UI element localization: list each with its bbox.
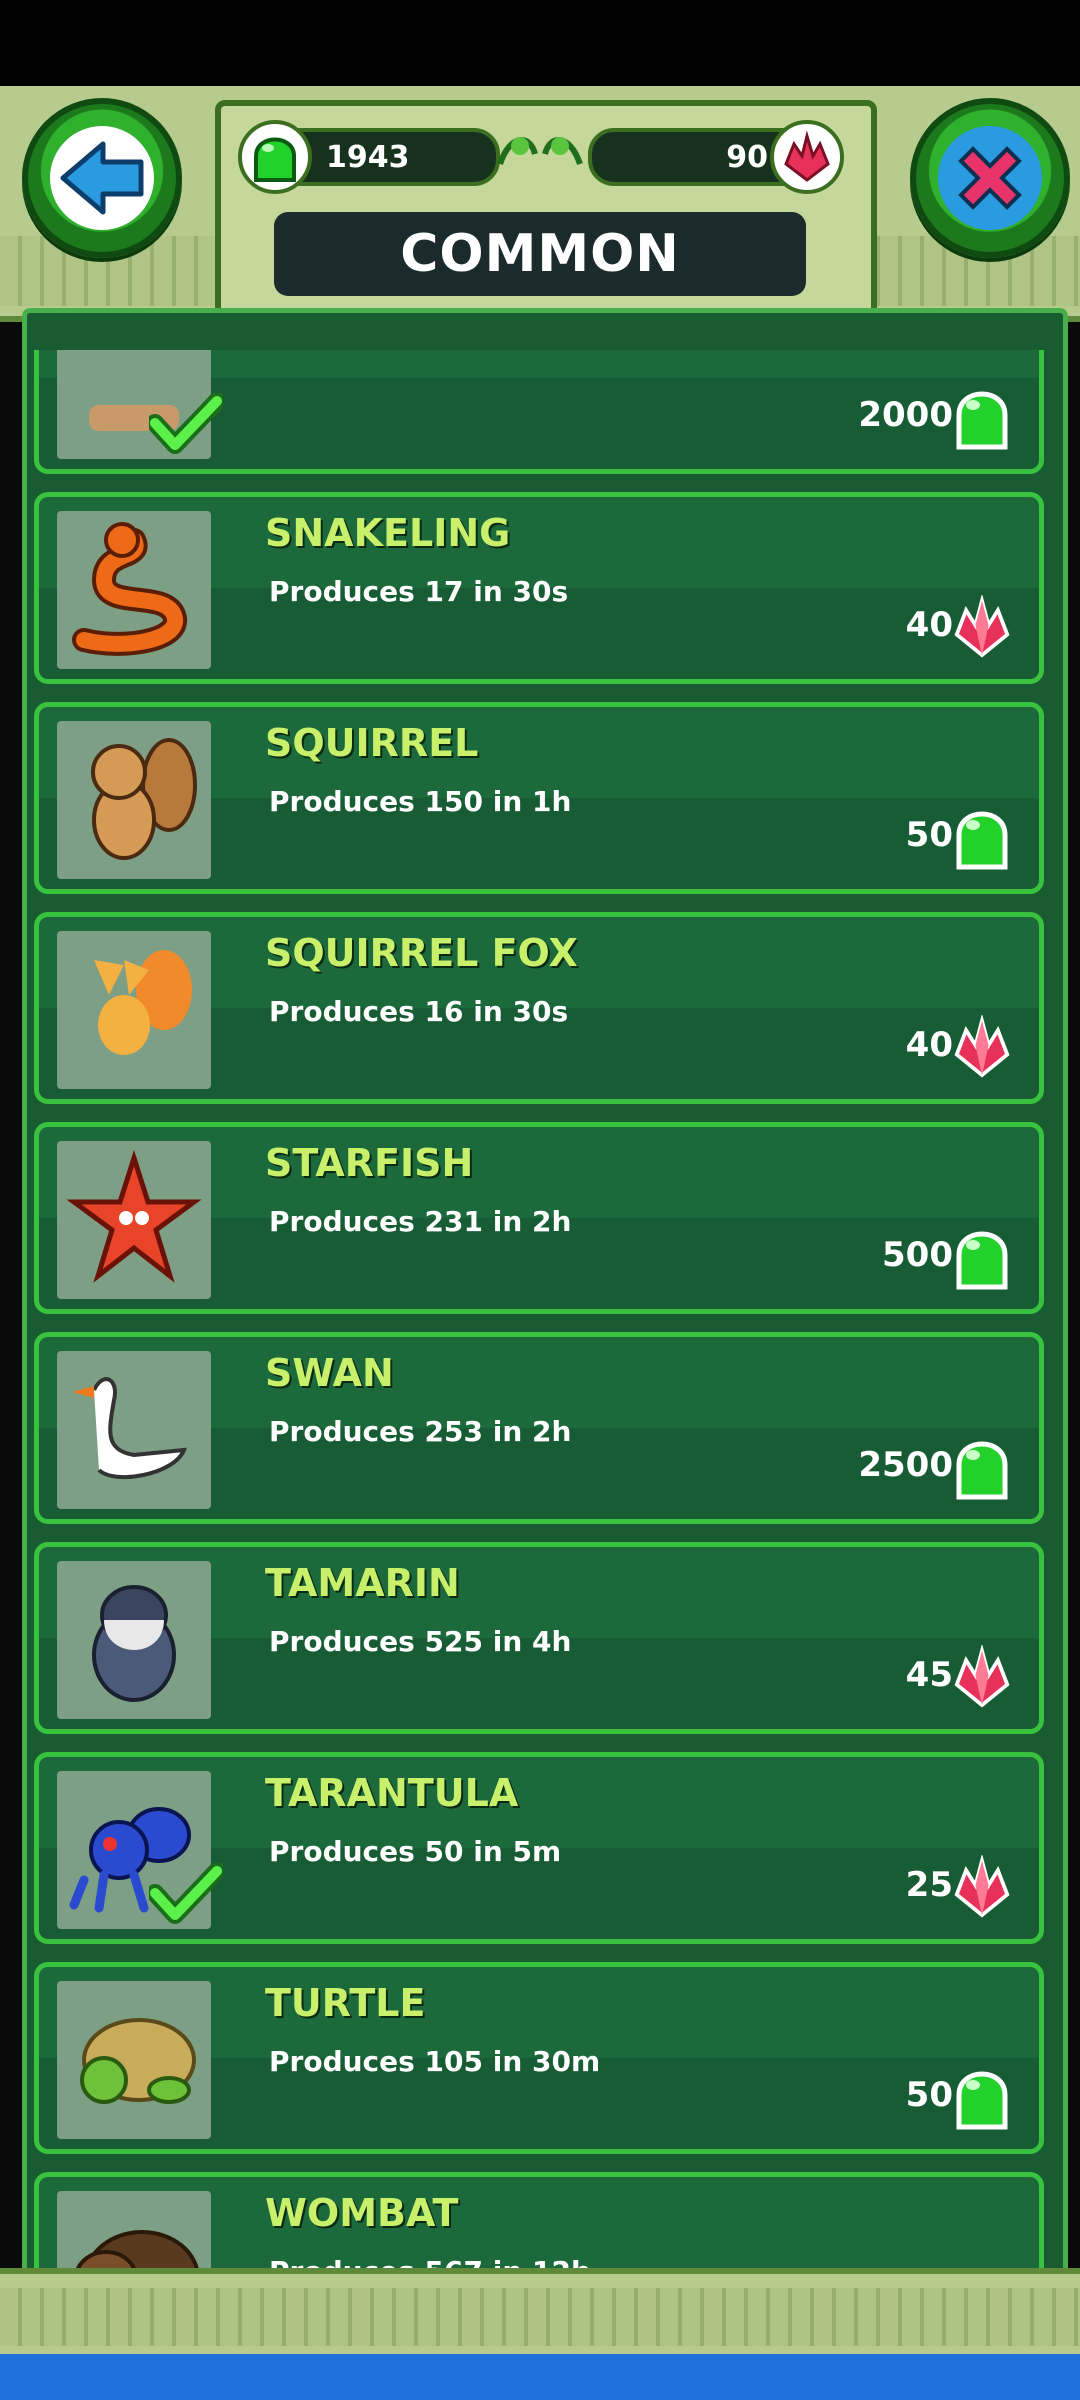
creature-portrait	[57, 721, 211, 879]
item-price: 40	[905, 605, 953, 645]
item-production: Produces 150 in 1h	[269, 785, 572, 818]
item-name: WOMBAT	[265, 2191, 459, 2235]
item-name: TAMARIN	[265, 1561, 460, 1605]
shop-item-card[interactable]: TURTLE Produces 105 in 30m 50	[34, 1962, 1044, 2154]
item-price: 40	[905, 1025, 953, 1065]
item-name: SNAKELING	[265, 511, 511, 555]
green-currency-value: 1943	[326, 139, 410, 175]
item-price: 50	[905, 815, 953, 855]
item-production: Produces 105 in 30m	[269, 2045, 601, 2078]
item-price: 25	[905, 1865, 953, 1905]
bottom-fence-decoration	[0, 2268, 1080, 2360]
item-price: 45	[905, 1655, 953, 1695]
system-nav-bar	[0, 2354, 1080, 2400]
owned-check-icon	[146, 1862, 226, 1929]
creature-portrait	[57, 1981, 211, 2139]
green-gem-icon	[953, 1435, 1011, 1501]
back-arrow-icon	[60, 141, 144, 215]
item-production: Produces 50 in 5m	[269, 1835, 562, 1868]
shop-list[interactable]: 2000 SNAKELING Produces 17 in 30s 40 SQUIRRE…	[34, 350, 1046, 2300]
item-name: TURTLE	[265, 1981, 426, 2025]
creature-portrait	[57, 931, 211, 1089]
item-price: 50	[905, 2075, 953, 2115]
vine-ornament-icon	[497, 137, 583, 166]
item-production: Produces 253 in 2h	[269, 1415, 572, 1448]
item-name: TARANTULA	[265, 1771, 519, 1815]
shop-item-card[interactable]: STARFISH Produces 231 in 2h 500	[34, 1122, 1044, 1314]
close-x-icon	[958, 146, 1022, 210]
shop-item-card[interactable]: SWAN Produces 253 in 2h 2500	[34, 1332, 1044, 1524]
item-name: SQUIRREL	[265, 721, 479, 765]
owned-check-icon	[146, 392, 226, 459]
shop-item-card[interactable]: TARANTULA Produces 50 in 5m 25	[34, 1752, 1044, 1944]
green-gem-icon	[953, 385, 1011, 451]
item-name: SQUIRREL FOX	[265, 931, 578, 975]
red-crystal-icon	[953, 1855, 1011, 1921]
item-price: 2000	[858, 395, 953, 435]
item-price: 500	[882, 1235, 953, 1275]
status-bar	[0, 0, 1080, 86]
item-name: SWAN	[265, 1351, 394, 1395]
close-button[interactable]	[910, 98, 1070, 258]
item-production: Produces 231 in 2h	[269, 1205, 572, 1238]
shop-item-card[interactable]: TAMARIN Produces 525 in 4h 45	[34, 1542, 1044, 1734]
green-gem-icon	[238, 120, 312, 194]
top-bar: 1943 90 COMMON	[0, 86, 1080, 322]
red-crystal-icon	[953, 1015, 1011, 1081]
shop-item-card[interactable]: SQUIRREL Produces 150 in 1h 50	[34, 702, 1044, 894]
green-gem-icon	[953, 805, 1011, 871]
creature-portrait	[57, 511, 211, 669]
shop-item-card[interactable]: SQUIRREL FOX Produces 16 in 30s 40	[34, 912, 1044, 1104]
creature-portrait	[57, 1561, 211, 1719]
item-production: Produces 16 in 30s	[269, 995, 569, 1028]
red-currency-value: 90	[726, 139, 768, 175]
item-production: Produces 525 in 4h	[269, 1625, 572, 1658]
green-gem-icon	[953, 2065, 1011, 2131]
red-crystal-icon	[770, 120, 844, 194]
red-crystal-icon	[953, 1645, 1011, 1711]
green-gem-icon	[953, 1225, 1011, 1291]
back-button[interactable]	[22, 98, 182, 258]
red-crystal-icon	[953, 595, 1011, 661]
shop-item-card[interactable]: 2000	[34, 350, 1044, 474]
category-title: COMMON	[274, 212, 806, 296]
shop-item-card[interactable]: SNAKELING Produces 17 in 30s 40	[34, 492, 1044, 684]
creature-portrait	[57, 1351, 211, 1509]
item-production: Produces 17 in 30s	[269, 575, 569, 608]
item-name: STARFISH	[265, 1141, 474, 1185]
item-price: 2500	[858, 1445, 953, 1485]
creature-portrait	[57, 1141, 211, 1299]
